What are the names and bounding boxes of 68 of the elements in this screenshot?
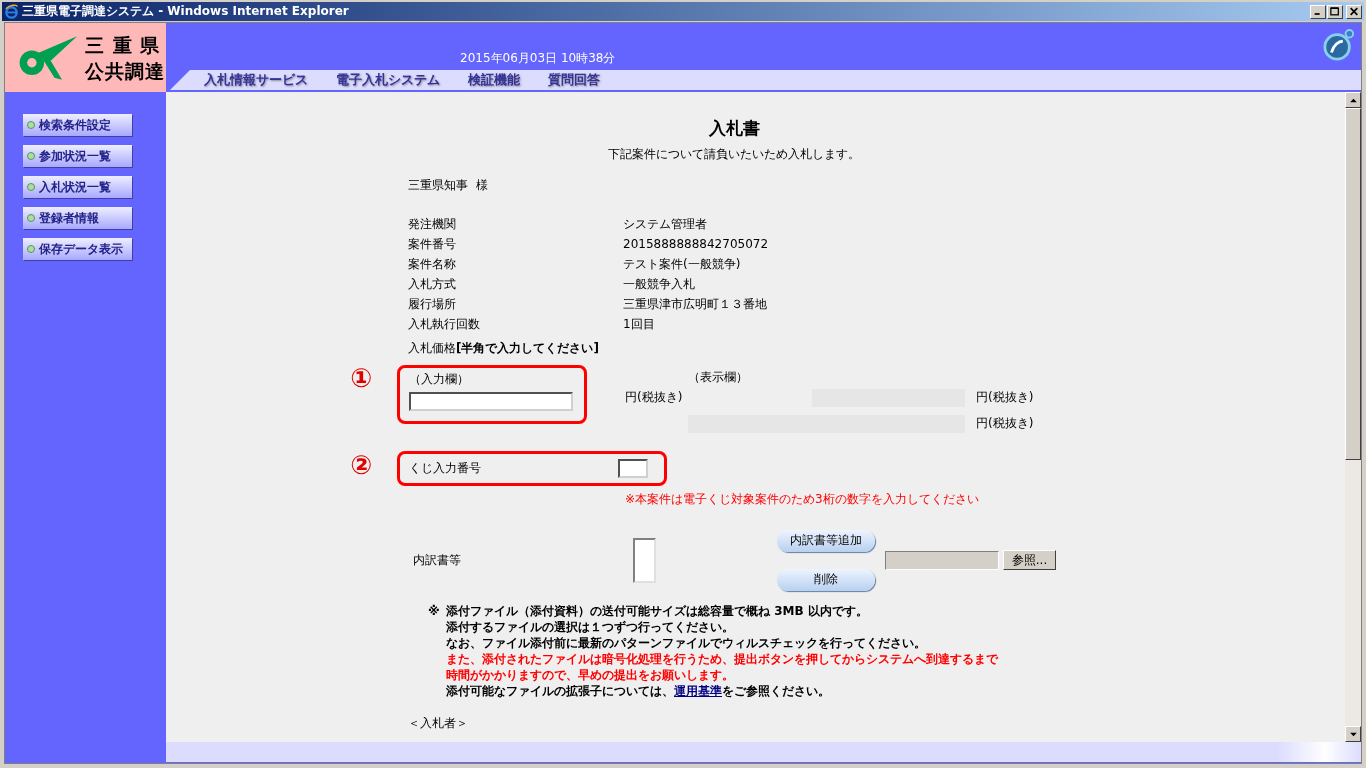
close-icon <box>1349 7 1359 16</box>
annotation-number: ① <box>350 363 372 393</box>
menu-button[interactable]: 保存データ表示 <box>23 238 132 260</box>
section-heading: ＜入札者＞ <box>408 715 469 731</box>
logo-text: 公共調達 <box>85 58 165 84</box>
lottery-input[interactable] <box>618 459 648 478</box>
up-arrow-icon <box>1349 97 1357 103</box>
unit-text: 円(税抜き) <box>976 389 1035 406</box>
note-text: 添付ファイル（添付資料）の送付可能サイズは総容量で概ね 3MB 以内です。 <box>446 603 869 619</box>
note-text: 添付可能なファイルの拡張子については、運用基準をご参照ください。 <box>446 683 831 699</box>
unit-text: 円(税抜き) <box>625 389 684 406</box>
note-mark: ※ <box>428 603 441 620</box>
delete-button[interactable]: 削除 <box>777 568 875 591</box>
warning-text: 時間がかかりますので、早めの提出をお願いします。 <box>446 667 735 683</box>
price-heading: 入札価格[半角で入力してください] <box>408 340 600 357</box>
window-title: 三重県電子調達システム - Windows Internet Explorer <box>22 3 349 20</box>
nav-link[interactable]: 質問回答 <box>548 71 600 89</box>
menu-button[interactable]: 入札状況一覧 <box>23 176 132 198</box>
browser-icon <box>4 4 19 19</box>
field-label: 入札執行回数 <box>408 315 481 333</box>
warning-text: ※本案件は電子くじ対象案件のため3桁の数字を入力してください <box>625 491 980 507</box>
addressee-text: 三重県知事 様 <box>408 177 489 194</box>
guideline-link[interactable]: 運用基準 <box>674 684 722 698</box>
price-input[interactable] <box>409 392 573 411</box>
page-title: 入札書 <box>707 117 761 140</box>
maximize-icon <box>1330 7 1340 16</box>
field-label: 内訳書等 <box>413 551 462 569</box>
menu-button[interactable]: 検索条件設定 <box>23 114 132 136</box>
field-value: 2015888888842705072 <box>623 237 770 251</box>
nav-link[interactable]: 検証機能 <box>468 71 520 89</box>
warning-text: また、添付されたファイルは暗号化処理を行うため、提出ボタンを押してからシステムへ到達するまで <box>446 651 998 667</box>
note-text: なお、ファイル添付前に最新のパターンファイルでウィルスチェックを行ってください。 <box>446 635 927 651</box>
add-button[interactable]: 内訳書等追加 <box>777 529 875 552</box>
globe-icon <box>1323 28 1355 62</box>
file-list[interactable] <box>633 537 656 583</box>
unit-text: 円(税抜き) <box>976 415 1035 432</box>
file-path-field[interactable] <box>885 550 999 570</box>
down-arrow-icon <box>1349 731 1357 737</box>
note-text: 添付するファイルの選択は１つずつ行ってください。 <box>446 619 735 635</box>
display-label: （表示欄） <box>688 370 749 384</box>
annotation-number: ② <box>350 450 372 480</box>
input-label: （入力欄） <box>409 372 470 386</box>
minimize-button[interactable] <box>1310 4 1326 19</box>
scroll-down-button[interactable] <box>1345 726 1361 742</box>
scrollbar[interactable] <box>1345 92 1361 742</box>
field-label: 履行場所 <box>408 295 457 313</box>
field-label: 案件番号 <box>408 235 457 253</box>
nav-link[interactable]: 電子入札システム <box>336 71 440 89</box>
field-value: 一般競争入札 <box>623 275 696 293</box>
field-value: 三重県津市広明町１３番地 <box>623 295 768 313</box>
close-button[interactable] <box>1346 4 1362 19</box>
maximize-button[interactable] <box>1327 4 1343 19</box>
menu-button[interactable]: 登録者情報 <box>23 207 132 229</box>
logo-text: 三 重 県 <box>85 32 162 58</box>
field-label: 入札方式 <box>408 275 457 293</box>
menu-button[interactable]: 参加状況一覧 <box>23 145 132 167</box>
nav-link[interactable]: 入札情報サービス <box>204 71 308 89</box>
lottery-label: くじ入力番号 <box>409 460 482 477</box>
field-label: 発注機関 <box>408 215 457 233</box>
field-value: 1回目 <box>623 315 656 333</box>
browse-button[interactable]: 参照... <box>1003 550 1056 570</box>
field-value: システム管理者 <box>623 215 708 233</box>
field-value: テスト案件(一般競争) <box>623 255 742 273</box>
intro-text: 下記案件について請負いたいため入札します。 <box>607 146 861 163</box>
scroll-up-button[interactable] <box>1345 92 1361 108</box>
date-time: 2015年06月03日 10時38分 <box>460 50 616 67</box>
scroll-thumb[interactable] <box>1345 108 1361 460</box>
field-label: 案件名称 <box>408 255 457 273</box>
